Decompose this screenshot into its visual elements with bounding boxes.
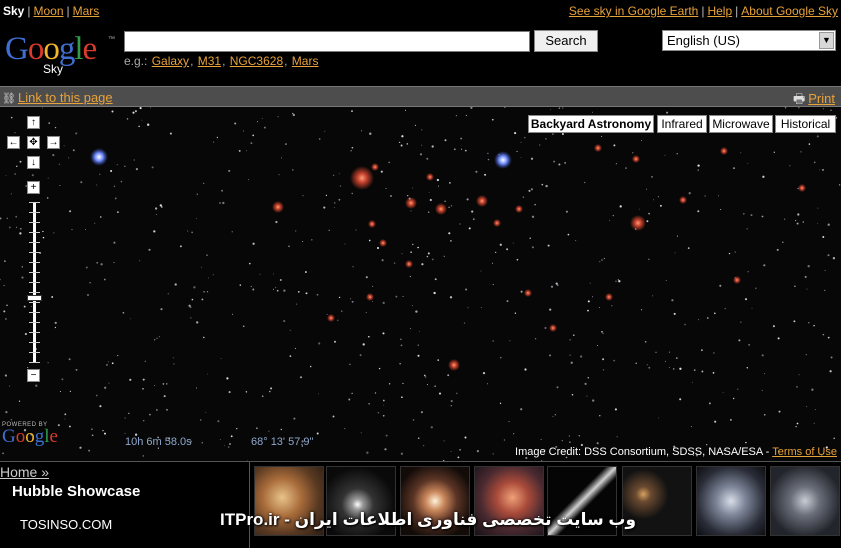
zoom-slider-thumb[interactable] [27, 295, 42, 301]
arrow-down-icon[interactable]: ↓ [27, 156, 40, 169]
showcase-title: Hubble Showcase [12, 483, 141, 500]
zoom-tick [29, 282, 40, 283]
current-product-sky: Sky [3, 4, 25, 18]
zoom-tick [29, 222, 40, 223]
zoom-tick [29, 292, 40, 293]
home-link[interactable]: Home » [0, 464, 49, 480]
utility-nav: See sky in Google Earth | Help | About Googl… [568, 4, 838, 18]
zoom-tick [29, 322, 40, 323]
product-nav: Sky | Moon | Mars [3, 4, 100, 18]
nav-link-moon[interactable]: Moon [33, 4, 63, 18]
terms-of-use-link[interactable]: Terms of Use [772, 446, 837, 458]
showcase-panel: Home » Hubble Showcase TOSINSO.COM ITPro… [0, 461, 841, 548]
arrow-up-icon[interactable]: ↑ [27, 116, 40, 129]
search-button[interactable]: Search [534, 30, 598, 52]
language-selected: English (US) [667, 33, 740, 48]
watermark-text: ITPro.ir - وب سایت تخصصی فناوری اطلاعات … [220, 510, 637, 529]
zoom-tick [29, 332, 40, 333]
zoom-in-icon[interactable]: + [27, 181, 40, 194]
right-ascension-readout: 10h 6m 58.0s [125, 436, 192, 448]
zoom-tick [29, 352, 40, 353]
zoom-tick [29, 272, 40, 273]
language-select[interactable]: English (US) ▼ [662, 30, 836, 51]
site-watermark-label: TOSINSO.COM [20, 517, 113, 532]
printer-icon: 🖶 [792, 91, 806, 106]
link-to-page-label[interactable]: Link to this page [18, 90, 113, 105]
zoom-tick [29, 302, 40, 303]
arrow-left-icon[interactable]: ← [7, 136, 20, 149]
zoom-out-icon[interactable]: − [27, 369, 40, 382]
trademark: ™ [108, 36, 115, 43]
zoom-tick [29, 262, 40, 263]
zoom-tick [29, 312, 40, 313]
declination-readout: 68° 13' 57.9" [251, 436, 314, 448]
link-to-page[interactable]: ⛓ Link to this page [2, 90, 113, 105]
help-link[interactable]: Help [707, 4, 732, 18]
thumbnail-star-field[interactable] [770, 466, 840, 536]
logo-product-name: Sky [43, 62, 64, 76]
arrow-right-icon[interactable]: → [47, 136, 60, 149]
zoom-tick [29, 212, 40, 213]
example-link-galaxy[interactable]: Galaxy [152, 54, 189, 68]
example-link-mars[interactable]: Mars [292, 54, 319, 68]
zoom-tick [29, 232, 40, 233]
nav-link-mars[interactable]: Mars [73, 4, 100, 18]
image-credit-text: Image Credit: DSS Consortium, SDSS, NASA… [515, 446, 770, 458]
center-icon[interactable]: ✥ [27, 136, 40, 149]
search-examples: e.g.: Galaxy, M31, NGC3628, Mars [124, 54, 319, 68]
google-sky-logo[interactable]: Google ™ Sky [5, 33, 117, 77]
layer-button-backyard-astronomy[interactable]: Backyard Astronomy [528, 115, 654, 133]
layer-button-infrared[interactable]: Infrared [657, 115, 707, 133]
image-credit: Image Credit: DSS Consortium, SDSS, NASA… [515, 446, 837, 458]
top-nav: Sky | Moon | Mars See sky in Google Earth | He… [0, 0, 841, 22]
search-input[interactable] [124, 31, 530, 52]
chevron-down-icon[interactable]: ▼ [819, 32, 834, 49]
powered-by-google: POWERED BY Google [2, 422, 58, 446]
example-link-ngc3628[interactable]: NGC3628 [230, 54, 283, 68]
zoom-tick [29, 252, 40, 253]
zoom-tick [29, 242, 40, 243]
star-field-image [0, 107, 841, 461]
link-bar: ⛓ Link to this page 🖶 Print [0, 86, 841, 107]
example-link-m31[interactable]: M31 [198, 54, 221, 68]
chain-link-icon: ⛓ [2, 93, 16, 105]
thumbnail-globular-cluster[interactable] [696, 466, 766, 536]
zoom-tick [29, 342, 40, 343]
powered-by-logo: Google [2, 426, 58, 447]
layer-button-historical[interactable]: Historical [775, 115, 836, 133]
divider [249, 462, 250, 548]
zoom-tick [29, 202, 40, 203]
sky-map[interactable]: ↑ ← ✥ → ↓ + − Backyard Astronomy Infrare… [0, 107, 841, 461]
about-google-sky-link[interactable]: About Google Sky [741, 4, 838, 18]
examples-prefix: e.g.: [124, 54, 148, 68]
zoom-tick [29, 362, 40, 363]
see-in-google-earth-link[interactable]: See sky in Google Earth [569, 4, 698, 18]
google-logo-text: Google [5, 31, 97, 67]
print-label[interactable]: Print [808, 91, 835, 106]
layer-button-microwave[interactable]: Microwave [709, 115, 773, 133]
